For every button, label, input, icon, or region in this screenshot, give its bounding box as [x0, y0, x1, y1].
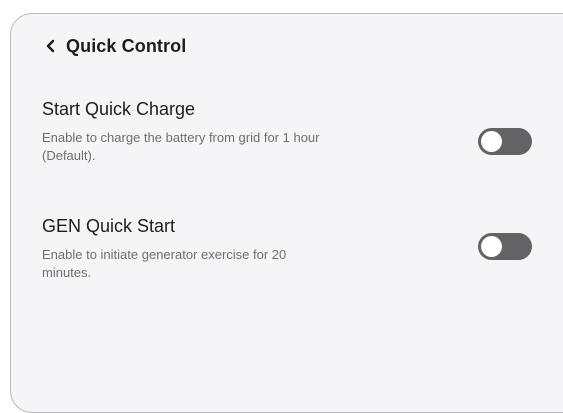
setting-gen-quick-start: GEN Quick Start Enable to initiate gener…: [42, 214, 532, 282]
setting-description: Enable to charge the battery from grid f…: [42, 130, 320, 163]
setting-title: GEN Quick Start: [42, 216, 176, 236]
chevron-left-icon[interactable]: [44, 36, 64, 56]
page-title: Quick Control: [66, 35, 187, 56]
toggle-knob: [481, 236, 502, 257]
toggle-knob: [481, 131, 502, 152]
back-navigation[interactable]: Quick Control: [44, 32, 186, 60]
quick-control-panel: [10, 13, 563, 413]
setting-start-quick-charge: Start Quick Charge Enable to charge the …: [42, 97, 532, 165]
gen-quick-start-toggle[interactable]: [478, 233, 532, 260]
setting-title: Start Quick Charge: [42, 99, 196, 119]
quick-charge-toggle[interactable]: [478, 128, 532, 155]
setting-description: Enable to initiate generator exercise fo…: [42, 247, 287, 280]
